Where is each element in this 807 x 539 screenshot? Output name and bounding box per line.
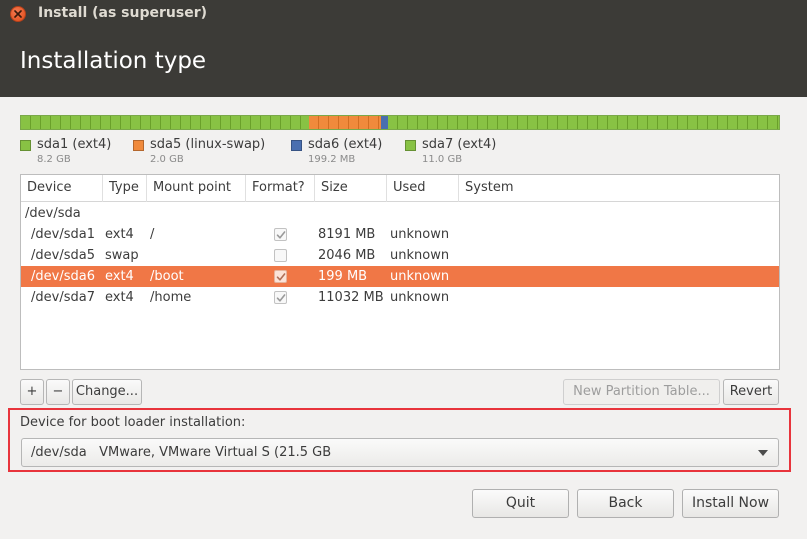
column-header-device[interactable]: Device xyxy=(21,175,103,202)
close-icon xyxy=(14,10,22,18)
new-partition-table-button[interactable]: New Partition Table... xyxy=(563,379,720,405)
dropdown-arrow-icon xyxy=(758,450,768,456)
back-button[interactable]: Back xyxy=(577,489,674,518)
cell-used: unknown xyxy=(390,290,450,305)
column-header-type[interactable]: Type xyxy=(103,175,147,202)
legend-size: 199.2 MB xyxy=(308,154,356,165)
column-header-used[interactable]: Used xyxy=(387,175,459,202)
bootloader-device-value: /dev/sda VMware, VMware Virtual S (21.5 … xyxy=(31,445,332,460)
partition-table[interactable]: Device Type Mount point Format? Size Use… xyxy=(20,174,780,370)
column-header-size[interactable]: Size xyxy=(315,175,387,202)
column-header-mount-point[interactable]: Mount point xyxy=(147,175,246,202)
table-row-group[interactable]: /dev/sda xyxy=(21,203,779,224)
column-header-system[interactable]: System xyxy=(459,175,779,202)
cell-type: swap xyxy=(105,248,139,263)
page-title: Installation type xyxy=(20,48,207,74)
cell-size: 2046 MB xyxy=(318,248,376,263)
group-device: /dev/sda xyxy=(25,206,81,221)
main-content: sda1 (ext4) 8.2 GB sda5 (linux-swap) 2.0 GB… xyxy=(0,97,807,539)
quit-button[interactable]: Quit xyxy=(472,489,569,518)
partition-bar-segment-sda6 xyxy=(381,116,388,129)
cell-device: /dev/sda7 xyxy=(31,290,95,305)
legend-swatch xyxy=(20,140,31,151)
close-window-button[interactable] xyxy=(10,6,26,22)
format-checkbox[interactable] xyxy=(274,228,287,241)
title-bar: Install (as superuser) xyxy=(0,0,807,28)
cell-mount-point: /boot xyxy=(150,269,184,284)
legend-size: 2.0 GB xyxy=(150,154,184,165)
install-now-button[interactable]: Install Now xyxy=(682,489,779,518)
cell-mount-point: / xyxy=(150,227,155,242)
checkmark-icon xyxy=(276,273,286,281)
checkmark-icon xyxy=(276,294,286,302)
partition-bar-segment-sda1 xyxy=(21,116,310,129)
cell-size: 11032 MB xyxy=(318,290,384,305)
legend-label: sda1 (ext4) xyxy=(37,137,112,152)
cell-size: 8191 MB xyxy=(318,227,376,242)
cell-type: ext4 xyxy=(105,269,134,284)
table-row[interactable]: /dev/sda1 ext4 / 8191 MB unknown xyxy=(21,224,779,245)
partition-bar-segment-sda5 xyxy=(309,116,382,129)
remove-partition-button[interactable]: − xyxy=(46,379,70,405)
cell-used: unknown xyxy=(390,227,450,242)
partition-bar xyxy=(20,115,780,130)
legend-swatch xyxy=(133,140,144,151)
legend-swatch xyxy=(291,140,302,151)
format-checkbox[interactable] xyxy=(274,249,287,262)
legend-label: sda6 (ext4) xyxy=(308,137,383,152)
legend-size: 8.2 GB xyxy=(37,154,71,165)
checkmark-icon xyxy=(276,231,286,239)
table-row[interactable]: /dev/sda7 ext4/home 11032 MB unknown xyxy=(21,287,779,308)
format-checkbox[interactable] xyxy=(274,291,287,304)
column-header-format[interactable]: Format? xyxy=(246,175,315,202)
table-header: Device Type Mount point Format? Size Use… xyxy=(21,175,779,202)
partition-bar-segment-sda7 xyxy=(387,116,779,129)
cell-device: /dev/sda5 xyxy=(31,248,95,263)
legend-label: sda5 (linux-swap) xyxy=(150,137,266,152)
cell-used: unknown xyxy=(390,269,450,284)
cell-type: ext4 xyxy=(105,290,134,305)
legend-label: sda7 (ext4) xyxy=(422,137,497,152)
legend-swatch xyxy=(405,140,416,151)
change-partition-button[interactable]: Change... xyxy=(72,379,142,405)
bootloader-label: Device for boot loader installation: xyxy=(20,415,246,430)
cell-device: /dev/sda6 xyxy=(31,269,95,284)
legend-size: 11.0 GB xyxy=(422,154,463,165)
table-row[interactable]: /dev/sda6 ext4/boot 199 MB unknown xyxy=(21,266,779,287)
bootloader-device-select[interactable]: /dev/sda VMware, VMware Virtual S (21.5 … xyxy=(21,438,779,467)
format-checkbox[interactable] xyxy=(274,270,287,283)
cell-mount-point: /home xyxy=(150,290,192,305)
bootloader-section: Device for boot loader installation: /de… xyxy=(8,408,791,472)
cell-used: unknown xyxy=(390,248,450,263)
cell-size: 199 MB xyxy=(318,269,368,284)
cell-device: /dev/sda1 xyxy=(31,227,95,242)
revert-button[interactable]: Revert xyxy=(723,379,779,405)
cell-type: ext4 xyxy=(105,227,134,242)
table-row[interactable]: /dev/sda5 swap 2046 MB unknown xyxy=(21,245,779,266)
page-header: Installation type xyxy=(0,28,807,97)
add-partition-button[interactable]: + xyxy=(20,379,44,405)
window-title: Install (as superuser) xyxy=(38,5,207,21)
